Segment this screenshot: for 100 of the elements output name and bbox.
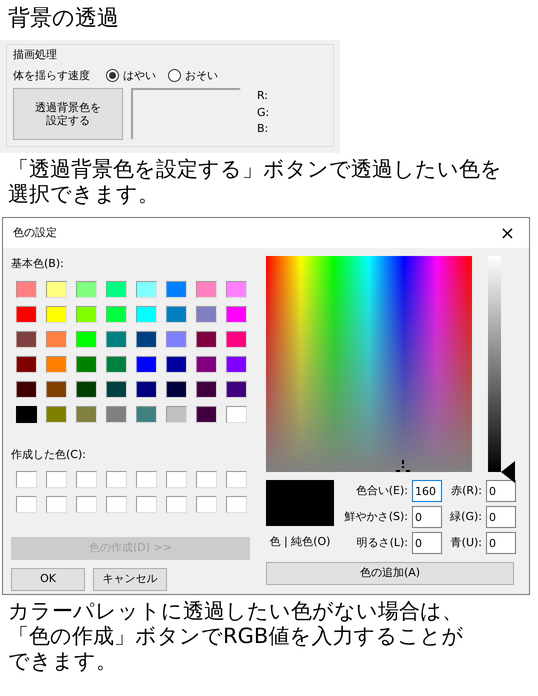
number-field[interactable]: 0 [486,506,516,528]
custom-color-swatch[interactable] [46,496,67,513]
color-swatch[interactable] [106,330,127,348]
custom-color-swatch[interactable] [136,496,157,513]
color-swatch[interactable] [76,280,97,298]
color-swatch[interactable] [226,406,247,422]
color-swatch[interactable] [16,406,37,422]
color-swatch[interactable] [226,280,247,298]
crosshair-icon[interactable] [396,460,410,474]
color-spectrum[interactable] [266,256,472,472]
ok-button[interactable]: OK [11,568,85,591]
page-heading: 背景の透過 [8,5,120,33]
dialog-title: 色の設定 [13,224,57,241]
custom-color-swatch[interactable] [46,471,67,488]
color-swatch[interactable] [136,406,157,422]
basic-colors-label: 基本色(B): [11,256,65,272]
custom-color-swatch[interactable] [136,471,157,488]
color-swatch[interactable] [76,380,97,398]
number-field[interactable]: 0 [486,480,516,502]
radio-button[interactable] [106,69,119,82]
color-swatch[interactable] [46,380,67,398]
color-swatch[interactable] [136,306,157,322]
custom-color-swatch[interactable] [226,496,247,513]
custom-color-swatch[interactable] [196,471,217,488]
radio-label: おそい [185,68,218,84]
custom-color-swatch[interactable] [196,496,217,513]
field-label: 明るさ(L): [356,534,408,551]
field-label: 緑(G): [449,508,482,525]
footer-text: カラーパレットに透過したい色がない場合は、「色の作成」ボタンでRGB値を入力することができます。 [8,599,464,674]
close-button[interactable]: × [496,220,519,246]
color-swatch[interactable] [136,330,157,348]
color-swatch[interactable] [76,330,97,348]
color-swatch[interactable] [46,330,67,348]
color-swatch[interactable] [196,380,217,398]
color-swatch[interactable] [136,280,157,298]
color-swatch[interactable] [136,356,157,372]
color-swatch[interactable] [16,380,37,398]
color-swatch[interactable] [226,330,247,348]
field-label: 色合い(E): [354,482,408,499]
color-swatch[interactable] [106,306,127,322]
field-label: 青(U): [450,534,482,551]
slider-arrow-icon[interactable] [501,461,515,483]
rgb-label: R: [257,88,270,104]
color-swatch[interactable] [46,406,67,422]
custom-color-swatch[interactable] [166,496,187,513]
speed-label: 体を揺らす速度 [13,68,90,84]
color-swatch[interactable] [166,280,187,298]
field-label: 鮮やかさ(S): [344,508,408,525]
color-swatch[interactable] [76,406,97,422]
radio-button[interactable] [168,69,181,82]
color-swatch[interactable] [106,280,127,298]
color-swatch[interactable] [76,356,97,372]
custom-color-swatch[interactable] [166,471,187,488]
color-swatch[interactable] [226,356,247,372]
custom-colors-label: 作成した色(C): [11,446,87,462]
color-swatch[interactable] [46,306,67,322]
custom-color-swatch[interactable] [106,471,127,488]
custom-color-swatch[interactable] [76,471,97,488]
color-swatch[interactable] [166,330,187,348]
number-field[interactable]: 160 [412,480,442,502]
number-field[interactable]: 0 [412,532,442,554]
color-swatch[interactable] [166,380,187,398]
color-swatch[interactable] [196,280,217,298]
color-swatch[interactable] [196,406,217,422]
field-label: 赤(R): [450,482,482,499]
color-swatch[interactable] [226,306,247,322]
color-swatch[interactable] [196,330,217,348]
preview-label: 色 | 純色(O) [270,534,330,550]
color-swatch[interactable] [166,356,187,372]
cancel-button[interactable]: キャンセル [93,568,167,591]
custom-color-swatch[interactable] [16,496,37,513]
custom-color-swatch[interactable] [226,471,247,488]
color-swatch[interactable] [136,380,157,398]
caption-text: 「透過背景色を設定する」ボタンで透過したい色を選択できます。 [8,157,503,207]
set-color-button[interactable]: 透過背景色を設定する [13,88,123,140]
color-swatch[interactable] [16,356,37,372]
custom-color-swatch[interactable] [76,496,97,513]
color-swatch[interactable] [46,280,67,298]
group-title: 描画処理 [13,47,58,63]
color-swatch[interactable] [16,306,37,322]
color-swatch[interactable] [106,406,127,422]
color-swatch[interactable] [166,306,187,322]
color-swatch[interactable] [196,356,217,372]
rgb-label: G: [257,104,270,120]
custom-color-swatch[interactable] [106,496,127,513]
radio-label: はやい [123,68,156,84]
number-field[interactable]: 0 [486,532,516,554]
color-swatch[interactable] [166,406,187,422]
color-swatch[interactable] [226,380,247,398]
color-swatch[interactable] [106,380,127,398]
color-swatch[interactable] [196,306,217,322]
color-swatch[interactable] [106,356,127,372]
add-color-button[interactable]: 色の追加(A) [266,562,514,585]
color-swatch[interactable] [16,280,37,298]
color-swatch[interactable] [76,306,97,322]
color-swatch[interactable] [46,356,67,372]
custom-color-swatch[interactable] [16,471,37,488]
number-field[interactable]: 0 [412,506,442,528]
color-swatch[interactable] [16,330,37,348]
rgb-label: B: [257,121,270,137]
